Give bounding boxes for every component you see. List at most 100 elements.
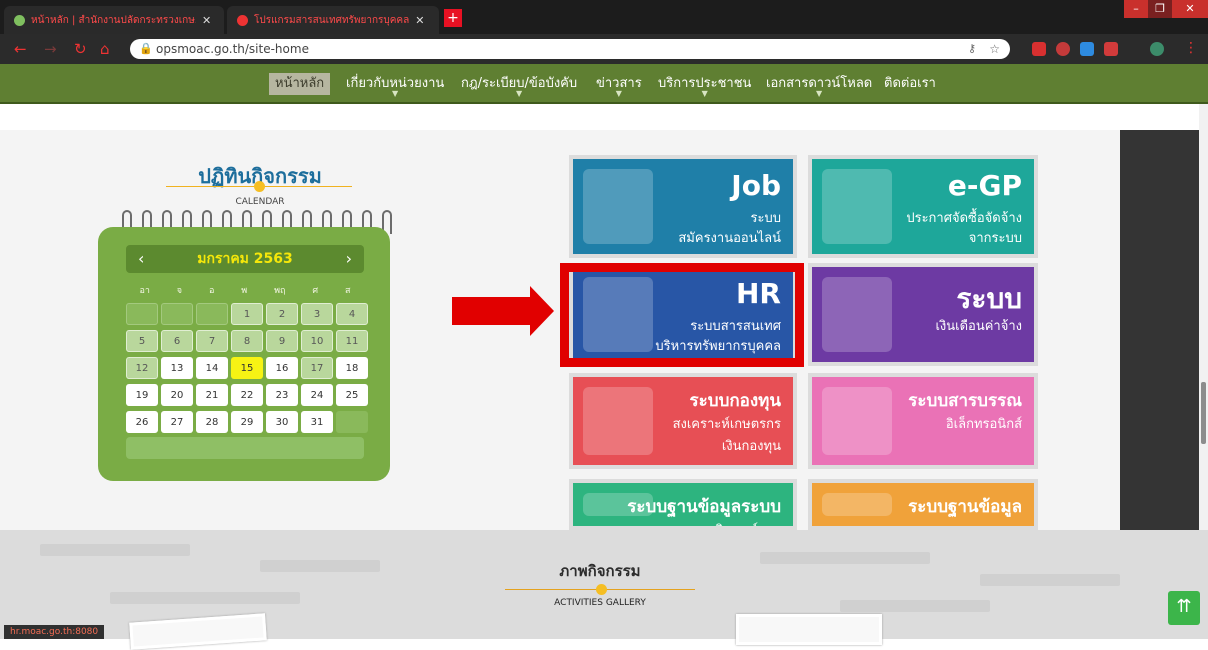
extension-icon[interactable] bbox=[1056, 42, 1070, 56]
back-icon[interactable]: ← bbox=[14, 40, 27, 58]
address-bar[interactable]: 🔒 opsmoac.go.th/site-home ⚷ ☆ bbox=[130, 39, 1010, 59]
previous-month-icon[interactable]: ‹ bbox=[138, 247, 144, 271]
calendar-day[interactable]: 18 bbox=[336, 357, 368, 379]
nav-item-rules[interactable]: กฎ/ระเบียบ/ข้อบังคับ ▼ bbox=[455, 73, 583, 98]
nav-item-services[interactable]: บริการประชาชน ▼ bbox=[652, 73, 757, 98]
service-illustration-icon bbox=[822, 493, 892, 516]
extension-icon[interactable] bbox=[1104, 42, 1118, 56]
calendar-day[interactable]: 23 bbox=[266, 384, 298, 406]
close-tab-icon[interactable]: ✕ bbox=[202, 14, 211, 27]
calendar-day[interactable]: 30 bbox=[266, 411, 298, 433]
key-icon[interactable]: ⚷ bbox=[968, 39, 976, 59]
nav-label: ติดต่อเรา bbox=[884, 76, 936, 91]
browser-tab-hr[interactable]: โปรแกรมสารสนเทศทรัพยากรบุคคล ✕ bbox=[227, 6, 439, 34]
profile-avatar-icon[interactable] bbox=[1150, 42, 1164, 56]
extension-icon[interactable] bbox=[1080, 42, 1094, 56]
calendar-day[interactable]: 21 bbox=[196, 384, 228, 406]
saraban-tile[interactable]: ระบบสารบรรณ อิเล็กทรอนิกส์ bbox=[808, 373, 1038, 469]
divider-dot-icon bbox=[254, 181, 265, 192]
calendar-day[interactable]: 4 bbox=[336, 303, 368, 325]
chevron-double-up-icon: ⇈ bbox=[1176, 596, 1192, 617]
calendar-day[interactable]: 26 bbox=[126, 411, 158, 433]
calendar-day[interactable]: 11 bbox=[336, 330, 368, 352]
payroll-tile[interactable]: ระบบ เงินเดือนค่าจ้าง bbox=[808, 263, 1038, 366]
minimize-window-button[interactable]: – bbox=[1124, 0, 1148, 18]
reload-icon[interactable]: ↻ bbox=[74, 40, 87, 58]
tile-title: ระบบกองทุน bbox=[689, 391, 781, 411]
calendar-day[interactable]: 2 bbox=[266, 303, 298, 325]
calendar-day[interactable]: 6 bbox=[161, 330, 193, 352]
database-tile[interactable]: ระบบฐานข้อมูลระบบคอมพิวเตอร์ของ bbox=[569, 479, 797, 530]
calendar-day[interactable]: 20 bbox=[161, 384, 193, 406]
scrollbar-thumb[interactable] bbox=[1201, 382, 1206, 444]
fund-tile[interactable]: ระบบกองทุน สงเคราะห์เกษตรกร เงินกองทุน bbox=[569, 373, 797, 469]
tile-subtitle: เงินเดือนค่าจ้าง bbox=[935, 319, 1022, 334]
calendar-day[interactable]: 5 bbox=[126, 330, 158, 352]
calendar-day[interactable]: 3 bbox=[301, 303, 333, 325]
calendar-day[interactable]: 16 bbox=[266, 357, 298, 379]
database2-tile[interactable]: ระบบฐานข้อมูล bbox=[808, 479, 1038, 530]
calendar-day[interactable]: 1 bbox=[231, 303, 263, 325]
nav-item-home[interactable]: หน้าหลัก bbox=[269, 73, 331, 95]
calendar-day[interactable]: 31 bbox=[301, 411, 333, 433]
page-scrollbar[interactable] bbox=[1199, 104, 1208, 530]
browser-tab-home[interactable]: หน้าหลัก | สำนักงานปลัดกระทรวงเกษ... ✕ bbox=[4, 6, 224, 34]
nav-item-contact[interactable]: ติดต่อเรา bbox=[878, 73, 942, 95]
red-arrow-head bbox=[530, 286, 554, 336]
new-tab-button[interactable]: + bbox=[444, 9, 462, 27]
scroll-to-top-button[interactable]: ⇈ bbox=[1168, 591, 1200, 625]
brick bbox=[980, 574, 1120, 586]
calendar-day[interactable]: 24 bbox=[301, 384, 333, 406]
calendar-day[interactable]: 19 bbox=[126, 384, 158, 406]
calendar-subtitle: CALENDAR bbox=[235, 197, 285, 207]
divider-dot-icon bbox=[596, 584, 607, 595]
calendar-day[interactable]: 28 bbox=[196, 411, 228, 433]
nav-item-about[interactable]: เกี่ยวกับหน่วยงาน ▼ bbox=[340, 73, 450, 98]
calendar-day[interactable]: 29 bbox=[231, 411, 263, 433]
nav-item-downloads[interactable]: เอกสารดาวน์โหลด ▼ bbox=[760, 73, 878, 98]
calendar-empty-cell bbox=[336, 411, 368, 433]
calendar-day[interactable]: 27 bbox=[161, 411, 193, 433]
tab-title: โปรแกรมสารสนเทศทรัพยากรบุคคล bbox=[254, 14, 410, 26]
forward-icon[interactable]: → bbox=[44, 40, 57, 58]
calendar-day[interactable]: 13 bbox=[161, 357, 193, 379]
tile-title: ระบบฐานข้อมูล bbox=[908, 497, 1022, 517]
calendar-day[interactable]: 10 bbox=[301, 330, 333, 352]
browser-tab-strip: หน้าหลัก | สำนักงานปลัดกระทรวงเกษ... ✕ โ… bbox=[0, 0, 1208, 34]
close-window-button[interactable]: ✕ bbox=[1172, 0, 1208, 18]
calendar-day-today[interactable]: 15 bbox=[231, 357, 263, 379]
calendar-day[interactable]: 22 bbox=[231, 384, 263, 406]
calendar-month: มกราคม 2563 bbox=[197, 251, 293, 267]
close-tab-icon[interactable]: ✕ bbox=[415, 14, 424, 27]
calendar-day[interactable]: 9 bbox=[266, 330, 298, 352]
tile-subtitle: ระบบ bbox=[750, 211, 781, 226]
nav-item-news[interactable]: ข่าวสาร ▼ bbox=[590, 73, 648, 98]
home-icon[interactable]: ⌂ bbox=[100, 40, 110, 58]
weekday-label: อา bbox=[139, 286, 150, 296]
weekday-label: จ bbox=[176, 286, 183, 296]
nav-label: หน้าหลัก bbox=[275, 76, 325, 91]
weekday-label: พ bbox=[241, 286, 248, 296]
calendar-day[interactable]: 25 bbox=[336, 384, 368, 406]
bookmark-star-icon[interactable]: ☆ bbox=[989, 39, 1000, 59]
service-illustration-icon bbox=[583, 169, 653, 244]
job-tile[interactable]: Job ระบบ สมัครงานออนไลน์ bbox=[569, 155, 797, 258]
calendar-day[interactable]: 7 bbox=[196, 330, 228, 352]
calendar-empty-cell bbox=[126, 303, 158, 325]
dropdown-caret-icon: ▼ bbox=[392, 89, 399, 98]
egp-tile[interactable]: e-GP ประกาศจัดซื้อจัดจ้าง จากระบบ bbox=[808, 155, 1038, 258]
gallery-photo[interactable] bbox=[736, 614, 882, 645]
more-menu-icon[interactable]: ⋮ bbox=[1184, 40, 1198, 56]
weekday-label: ส bbox=[344, 286, 351, 296]
calendar-day[interactable]: 14 bbox=[196, 357, 228, 379]
extension-icon[interactable] bbox=[1032, 42, 1046, 56]
tile-title: e-GP bbox=[947, 169, 1022, 202]
gallery-subtitle: ACTIVITIES GALLERY bbox=[554, 598, 646, 608]
calendar-day[interactable]: 17 bbox=[301, 357, 333, 379]
next-month-icon[interactable]: › bbox=[346, 247, 352, 271]
restore-window-button[interactable]: ❐ bbox=[1148, 0, 1172, 18]
service-illustration-icon bbox=[822, 169, 892, 244]
brick bbox=[760, 552, 930, 564]
calendar-day[interactable]: 12 bbox=[126, 357, 158, 379]
calendar-day[interactable]: 8 bbox=[231, 330, 263, 352]
